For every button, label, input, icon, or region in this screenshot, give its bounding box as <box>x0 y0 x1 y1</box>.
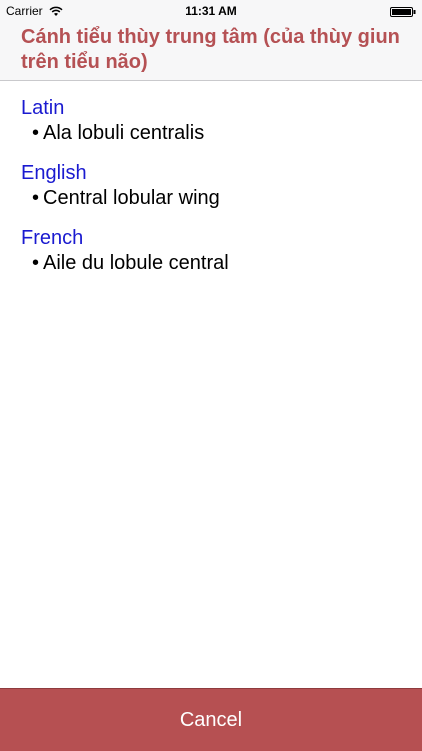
term-text: Aile du lobule central <box>43 252 229 274</box>
status-bar: Carrier 11:31 AM <box>0 0 422 22</box>
section-english: English • Central lobular wing <box>0 161 422 211</box>
term-text: Central lobular wing <box>43 187 220 209</box>
bullet: • <box>32 122 40 144</box>
bullet: • <box>32 187 40 209</box>
section-latin: Latin • Ala lobuli centralis <box>0 96 422 146</box>
battery-icon <box>390 6 416 17</box>
cancel-button[interactable]: Cancel <box>0 688 422 751</box>
section-title: French <box>21 227 84 249</box>
term-text: Ala lobuli centralis <box>43 122 205 144</box>
list-item: • Central lobular wing <box>32 186 422 211</box>
cancel-label: Cancel <box>179 708 243 731</box>
header: Cánh tiểu thùy trung tâm (của thùy giun … <box>0 22 422 81</box>
list-item: • Aile du lobule central <box>32 251 422 276</box>
section-french: French • Aile du lobule central <box>0 226 422 276</box>
page-title: Cánh tiểu thùy trung tâm (của thùy giun … <box>21 26 400 73</box>
bullet: • <box>32 252 40 274</box>
section-title: English <box>21 162 87 184</box>
term-content: Latin • Ala lobuli centralis English • C… <box>0 96 422 291</box>
section-title: Latin <box>21 97 65 119</box>
status-time: 11:31 AM <box>185 4 237 18</box>
list-item: • Ala lobuli centralis <box>32 121 422 146</box>
